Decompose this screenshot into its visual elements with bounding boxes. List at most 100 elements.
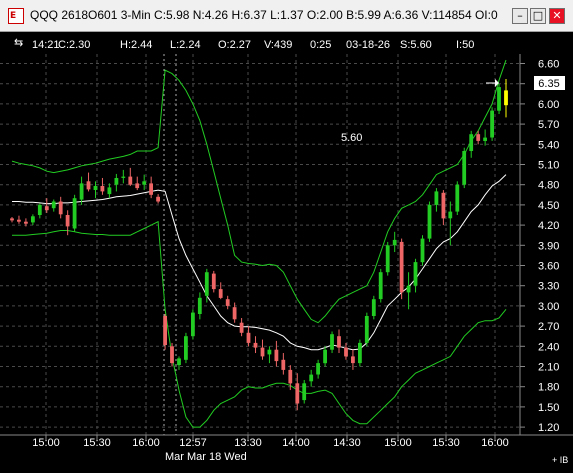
candle-body <box>448 211 453 219</box>
time-labels: 15:00 15:30 16:00 12:57 13:30 14:00 14:30 15:00… <box>32 435 509 449</box>
candle-body <box>31 216 35 223</box>
candle-body <box>225 299 230 306</box>
candle-body <box>351 356 355 364</box>
candle-body <box>316 363 320 375</box>
info-high: H:2.44 <box>120 39 152 51</box>
candle-body <box>170 346 174 364</box>
price-tick-label: 2.70 <box>538 321 559 333</box>
candle-body <box>191 312 195 337</box>
candle-body <box>358 342 362 364</box>
candle-body <box>371 299 376 316</box>
moving-average-line <box>12 174 507 351</box>
time-tick-label: 12:57 <box>179 437 207 449</box>
candle-body <box>288 369 293 384</box>
price-tick-label: 4.20 <box>538 220 559 232</box>
candle-body <box>399 241 404 293</box>
info-low: L:2.24 <box>170 39 201 51</box>
price-chart[interactable]: ⇆ 14:21 C:2.30 H:2.44 L:2.24 O:2.27 V:43… <box>0 32 573 473</box>
candle-body <box>253 342 258 348</box>
candle-body <box>385 245 390 273</box>
candle-body <box>44 206 49 211</box>
candle-body <box>121 176 126 178</box>
price-tick-label: 3.00 <box>538 301 559 313</box>
candle-body <box>469 134 474 151</box>
candle-body <box>337 336 341 348</box>
candle-body <box>114 178 119 185</box>
app-icon-label: E <box>10 11 17 21</box>
candle-body <box>100 186 105 192</box>
candle-body <box>184 336 188 360</box>
current-price-label: 6.35 <box>538 78 559 90</box>
candle-body <box>441 192 446 219</box>
info-study: S:5.60 <box>400 39 432 51</box>
candle-body <box>413 262 418 286</box>
time-tick-label: 16:00 <box>132 437 160 449</box>
candle-body <box>211 273 216 290</box>
price-tick-label: 3.30 <box>538 281 559 293</box>
window-title: QQQ 2618O601 3-Min C:5.98 N:4.26 H:6.37 … <box>30 8 498 22</box>
candle-body <box>239 322 244 333</box>
candle-body <box>142 181 147 185</box>
candle-body <box>72 198 77 229</box>
info-date: 03-18-26 <box>346 39 390 51</box>
candle-body <box>149 183 153 195</box>
time-tick-label: 15:30 <box>432 437 460 449</box>
info-time: 14:21 <box>32 39 60 51</box>
study-annotation: 5.60 <box>341 132 362 144</box>
candle-body <box>497 87 501 111</box>
candles <box>10 78 508 411</box>
chart-area[interactable]: ⇆ 14:21 C:2.30 H:2.44 L:2.24 O:2.27 V:43… <box>0 32 573 473</box>
info-interval: I:50 <box>456 39 474 51</box>
candle-body <box>309 374 314 382</box>
candle-body <box>406 285 411 293</box>
time-tick-label: 13:30 <box>234 437 262 449</box>
candle-body <box>128 176 133 185</box>
price-tick-label: 5.70 <box>538 119 559 131</box>
candle-body <box>434 191 439 205</box>
candle-body <box>330 334 334 350</box>
candle-body <box>490 110 494 138</box>
maximize-button[interactable]: □ <box>530 8 546 24</box>
candle-body <box>246 332 251 343</box>
ib-corner-label[interactable]: + IB <box>552 455 568 465</box>
price-tick-label: 4.80 <box>538 180 559 192</box>
candle-body <box>197 297 202 314</box>
time-tick-label: 15:00 <box>384 437 412 449</box>
time-tick-label: 15:00 <box>32 437 60 449</box>
time-axis[interactable]: 15:00 15:30 16:00 12:57 13:30 14:00 14:30 15:00… <box>0 434 573 465</box>
info-toggle[interactable]: ⇆ <box>14 37 23 49</box>
candle-body <box>163 316 167 345</box>
price-tick-label: 3.60 <box>538 261 559 273</box>
candle-body <box>281 359 286 370</box>
candle-body <box>37 204 42 215</box>
price-tick-label: 5.40 <box>538 139 559 151</box>
price-tick-label: 3.90 <box>538 240 559 252</box>
candle-body <box>323 349 327 364</box>
price-tick-label: 4.50 <box>538 200 559 212</box>
time-tick-label: 15:30 <box>83 437 111 449</box>
candle-body <box>302 383 307 401</box>
price-axis[interactable]: 6.606.306.005.705.405.104.804.504.203.90… <box>519 54 559 435</box>
candle-body <box>86 181 91 190</box>
price-tick-label: 1.80 <box>538 382 559 394</box>
app-icon: E <box>8 8 24 24</box>
time-tick-label: 16:00 <box>481 437 509 449</box>
lower-band-line <box>12 220 507 428</box>
price-tick-label: 1.20 <box>538 422 559 434</box>
price-tick-label: 6.00 <box>538 99 559 111</box>
time-tick-label: 14:00 <box>282 437 310 449</box>
minimize-button[interactable]: – <box>512 8 528 24</box>
title-bar[interactable]: E QQQ 2618O601 3-Min C:5.98 N:4.26 H:6.3… <box>0 0 573 32</box>
candle-body <box>462 151 467 185</box>
candle-body <box>260 347 265 357</box>
candle-body <box>218 289 223 298</box>
candle-body <box>455 184 460 212</box>
candle-body <box>156 196 160 202</box>
price-tick-label: 6.60 <box>538 59 559 71</box>
price-tick-label: 2.40 <box>538 341 559 353</box>
candle-body <box>267 349 272 355</box>
candle-body <box>344 347 348 357</box>
candle-body <box>93 186 98 190</box>
close-button[interactable]: ✕ <box>549 8 565 24</box>
candle-body <box>504 90 508 106</box>
